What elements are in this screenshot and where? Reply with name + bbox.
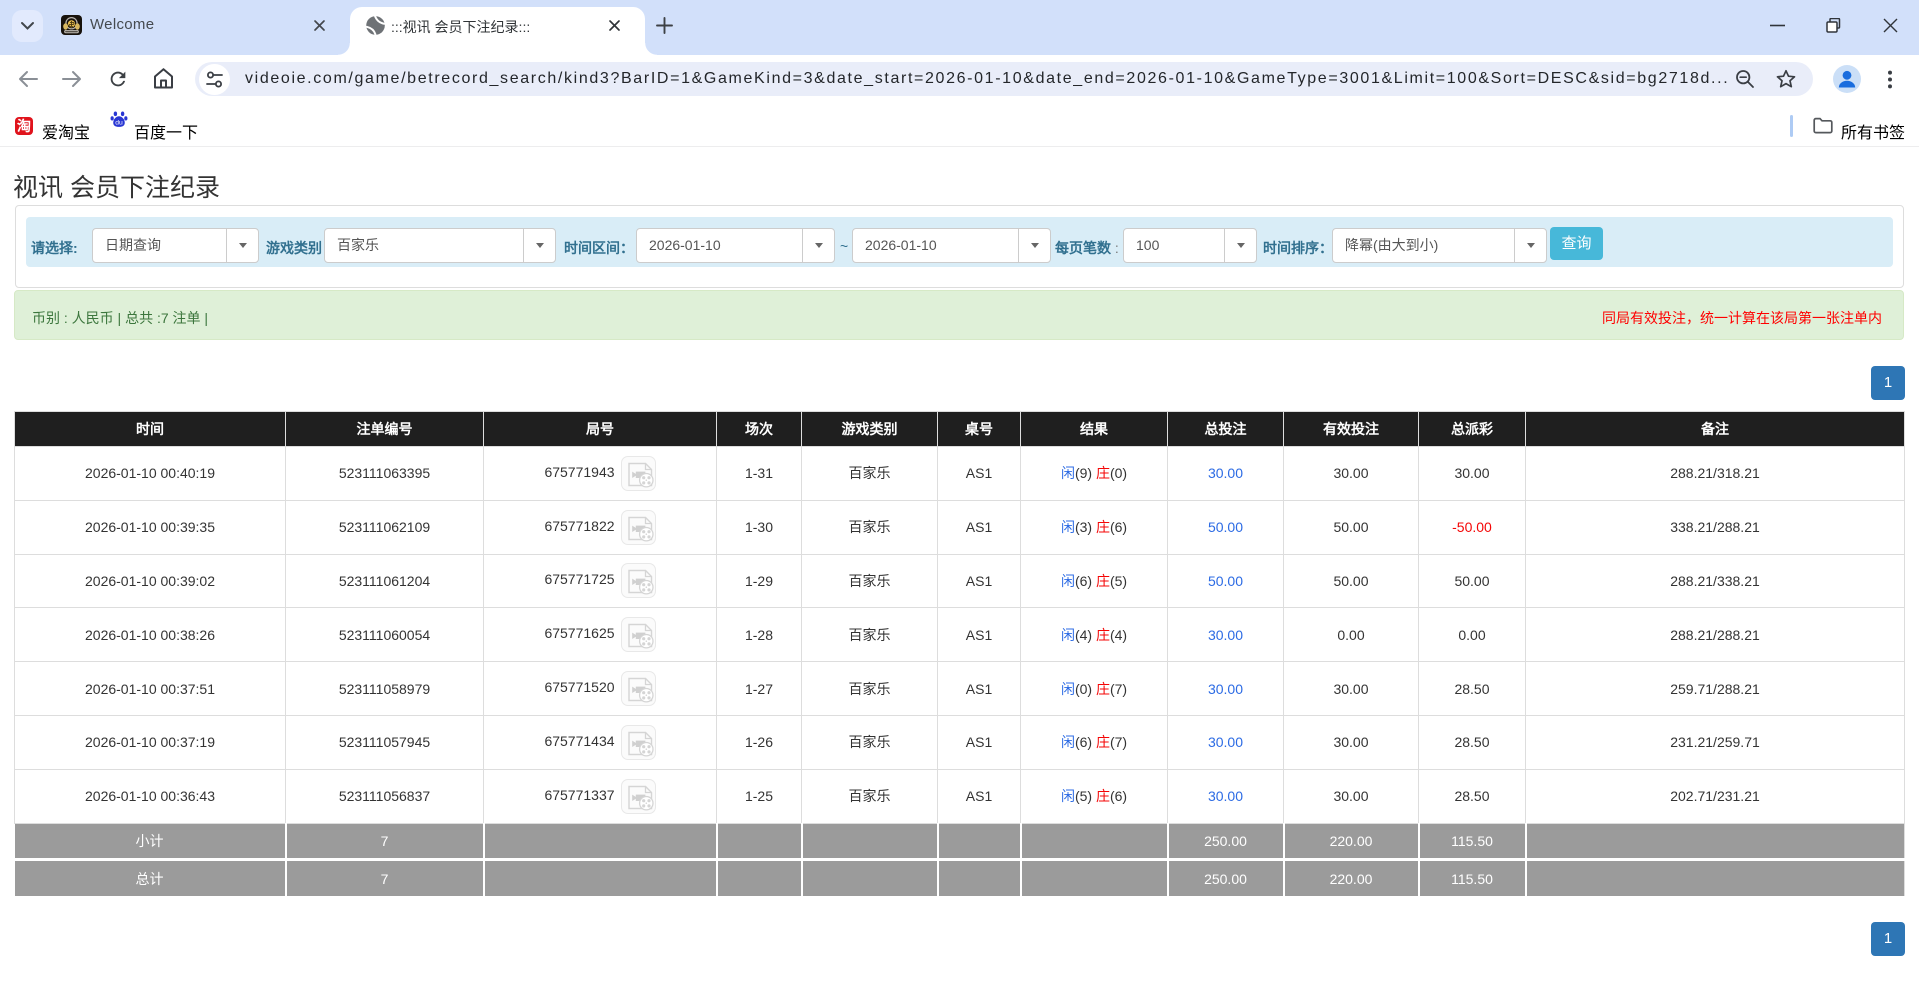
svg-text:du: du	[115, 120, 123, 127]
